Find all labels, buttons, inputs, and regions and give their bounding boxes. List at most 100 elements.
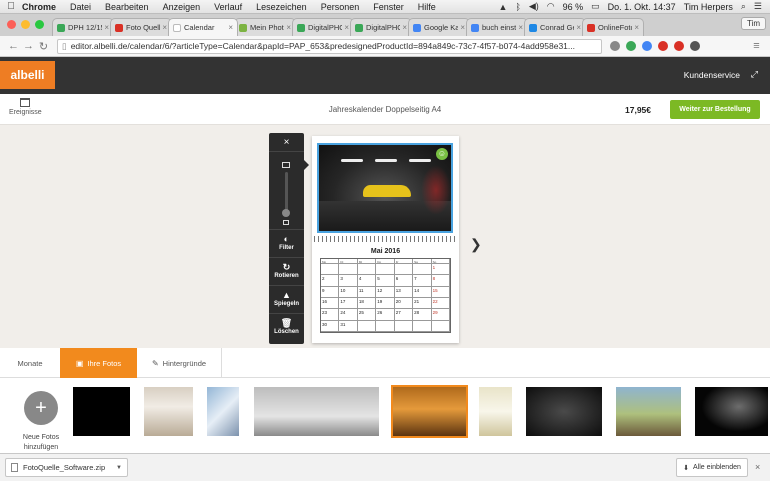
browser-tab[interactable]: DigitalPHO × — [350, 18, 412, 36]
calendar-day-cell[interactable]: 9 — [321, 286, 340, 298]
zoom-out-image-icon[interactable] — [283, 220, 289, 225]
browser-tab[interactable]: buch einste× — [466, 18, 528, 36]
forward-arrow-icon[interactable]: → — [21, 40, 36, 52]
menu-item-personen[interactable]: Personen — [321, 2, 360, 12]
calendar-day-cell[interactable] — [413, 264, 432, 276]
tab-close-icon[interactable]: × — [634, 23, 639, 32]
photo-thumbnail[interactable] — [144, 387, 193, 436]
browser-tab[interactable]: Mein Photo × — [234, 18, 296, 36]
extension-icon[interactable] — [642, 41, 652, 51]
calendar-day-cell[interactable]: 8 — [431, 275, 450, 287]
extension-icon[interactable] — [626, 41, 636, 51]
extension-icon[interactable] — [674, 41, 684, 51]
tool-rotieren-button[interactable]: ↻ Rotieren — [269, 257, 304, 285]
calendar-day-cell[interactable] — [376, 264, 395, 276]
calendar-day-cell[interactable]: 12 — [376, 286, 395, 298]
menu-item-bearbeiten[interactable]: Bearbeiten — [105, 2, 149, 12]
tab-close-icon[interactable]: × — [576, 23, 581, 32]
photo-thumbnail[interactable] — [391, 385, 468, 438]
photo-thumbnail[interactable] — [479, 387, 512, 436]
browser-tab[interactable]: DigitalPHO × — [292, 18, 354, 36]
calendar-day-cell[interactable]: 2 — [321, 275, 340, 287]
calendar-day-cell[interactable]: 26 — [376, 309, 395, 321]
tool-spiegeln-button[interactable]: ▲ Spiegeln — [269, 285, 304, 313]
calendar-day-cell[interactable]: 21 — [413, 297, 432, 310]
calendar-day-cell[interactable] — [339, 264, 358, 276]
extension-icon[interactable] — [690, 41, 700, 51]
calendar-day-cell[interactable]: 18 — [357, 297, 377, 310]
browser-tab[interactable]: OnlineFoto × — [582, 18, 644, 36]
calendar-day-cell[interactable]: 23 — [321, 309, 340, 321]
battery-level[interactable]: 96 % — [563, 2, 584, 12]
calendar-day-cell[interactable]: 31 — [339, 320, 358, 332]
tab-close-icon[interactable]: × — [518, 23, 523, 32]
calendar-day-cell[interactable] — [321, 264, 340, 276]
photo-thumbnail[interactable] — [526, 387, 602, 436]
calendar-day-cell[interactable]: 20 — [394, 297, 414, 310]
calendar-day-cell[interactable]: 24 — [339, 309, 358, 321]
calendar-day-cell[interactable]: 19 — [376, 297, 395, 310]
bluetooth-icon[interactable]: ᛒ — [515, 2, 520, 12]
photo-thumbnail[interactable] — [207, 387, 239, 436]
calendar-day-cell[interactable] — [394, 320, 414, 332]
close-window-button[interactable] — [7, 20, 16, 29]
url-input[interactable]: ▯ editor.albelli.de/calendar/6/?articleT… — [57, 38, 602, 54]
calendar-day-cell[interactable] — [357, 320, 377, 332]
tab-monate[interactable]: Monate — [0, 348, 60, 378]
calendar-grid[interactable]: Mo Di Mi Do Fr Sa So 1 2 3 4 5 6 7 8 9 10 11 12 13 14 15 16 17 1… — [320, 258, 451, 333]
tab-close-icon[interactable]: × — [286, 23, 291, 32]
add-photos-label[interactable]: Neue Fotos hinzufügen — [13, 433, 69, 453]
notification-center-icon[interactable]: ☰ — [754, 1, 762, 12]
chevron-down-icon[interactable]: ▼ — [116, 465, 122, 471]
tab-close-icon[interactable]: × — [402, 23, 407, 32]
calendar-day-cell[interactable] — [357, 264, 377, 276]
tab-close-icon[interactable]: × — [104, 23, 109, 32]
spotlight-icon[interactable]: ⌕ — [741, 1, 746, 12]
calendar-day-cell[interactable]: 3 — [339, 275, 358, 287]
calendar-day-cell[interactable]: 15 — [431, 286, 450, 298]
fullscreen-icon[interactable]: ⤢ — [751, 69, 758, 80]
menu-item-anzeigen[interactable]: Anzeigen — [163, 2, 201, 12]
calendar-photo[interactable]: ☺ — [317, 143, 453, 233]
download-item[interactable]: FotoQuelle_Software.zip ▼ — [5, 458, 128, 477]
calendar-day-cell[interactable]: 5 — [376, 275, 395, 287]
apple-icon[interactable]:  — [0, 1, 22, 12]
tool-loeschen-button[interactable]: 🗑 Löschen — [269, 313, 304, 341]
reload-icon[interactable]: ↻ — [36, 40, 51, 53]
minimize-window-button[interactable] — [21, 20, 30, 29]
browser-tab[interactable]: Calendar × — [168, 18, 238, 36]
menu-item-datei[interactable]: Datei — [70, 2, 91, 12]
calendar-day-cell[interactable]: 29 — [431, 309, 450, 321]
calendar-day-cell[interactable]: 17 — [339, 297, 358, 310]
menubar-clock[interactable]: Do. 1. Okt. 14:37 — [608, 2, 676, 12]
back-arrow-icon[interactable]: ← — [6, 40, 21, 52]
calendar-day-cell[interactable]: 11 — [357, 286, 377, 298]
menu-item-lesezeichen[interactable]: Lesezeichen — [256, 2, 307, 12]
photo-thumbnail[interactable] — [616, 387, 681, 436]
tab-close-icon[interactable]: × — [344, 23, 349, 32]
browser-tab[interactable]: Google Kal × — [408, 18, 470, 36]
next-page-chevron-icon[interactable]: ❯ — [470, 236, 482, 253]
tab-hintergruende[interactable]: ✎ Hintergründe — [137, 348, 222, 378]
calendar-page[interactable]: ☺ Mai 2016 Mo Di Mi Do Fr Sa So 1 2 3 4 5 6 7 8 9 10 11 12… — [312, 136, 459, 343]
close-shelf-icon[interactable]: × — [755, 462, 760, 472]
calendar-day-cell[interactable]: 28 — [413, 309, 432, 321]
calendar-day-cell[interactable]: 14 — [413, 286, 432, 298]
calendar-day-cell[interactable]: 16 — [321, 297, 340, 310]
page-info-icon[interactable]: ▯ — [62, 41, 67, 52]
calendar-day-cell[interactable]: 6 — [394, 275, 414, 287]
extension-icon[interactable] — [658, 41, 668, 51]
zoom-window-button[interactable] — [35, 20, 44, 29]
calendar-day-cell[interactable]: 22 — [431, 297, 450, 310]
customer-service-link[interactable]: Kundenservice — [684, 70, 740, 80]
zoom-in-image-icon[interactable] — [282, 162, 290, 168]
calendar-day-cell[interactable]: 25 — [357, 309, 377, 321]
calendar-day-cell[interactable]: 10 — [339, 286, 358, 298]
tool-filter-button[interactable]: ◐ Filter — [269, 229, 304, 257]
calendar-day-cell[interactable] — [376, 320, 395, 332]
albelli-logo[interactable]: albelli — [0, 61, 55, 89]
calendar-day-cell[interactable]: 1 — [431, 264, 450, 276]
menubar-user[interactable]: Tim Herpers — [684, 2, 733, 12]
browser-tab[interactable]: Foto Quelle× — [110, 18, 172, 36]
wifi-icon[interactable]: ◠ — [547, 1, 555, 12]
